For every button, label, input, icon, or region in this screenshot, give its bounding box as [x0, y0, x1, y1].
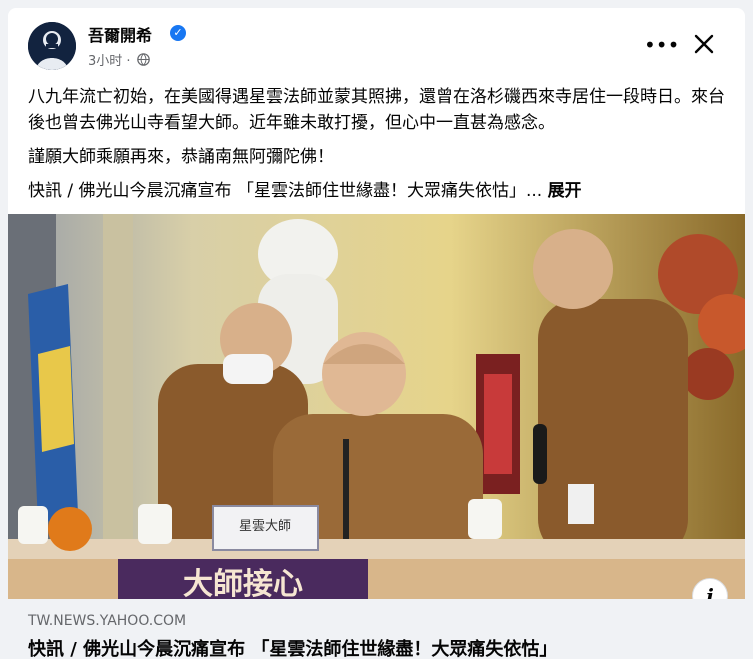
post-meta: 3小时 · [88, 50, 150, 70]
nameplate-text: 星雲大師 [239, 519, 291, 534]
post-body: 八九年流亡初始，在美國得遇星雲法師並蒙其照拂，還曾在洛杉磯西來寺居住一段時日。來… [28, 84, 728, 212]
close-button[interactable] [688, 28, 720, 60]
post-card: 吾爾開希 ✓ 3小时 · ••• 八九年流亡初始，在美國得遇星雲法師並蒙其照拂，… [8, 8, 745, 659]
more-horizontal-icon: ••• [644, 33, 680, 57]
link-domain: TW.NEWS.YAHOO.COM [28, 613, 187, 629]
link-preview-image[interactable]: 星雲大師 大師接心 [8, 214, 745, 599]
avatar-portrait-icon [28, 22, 76, 70]
close-icon [694, 34, 714, 54]
post-preview-line: 快訊 / 佛光山今晨沉痛宣布 「星雲法師住世緣盡！大眾痛失依怙」... 展开 [28, 178, 728, 204]
monks-photo: 星雲大師 大師接心 [8, 214, 745, 599]
link-title[interactable]: 快訊 / 佛光山今晨沉痛宣布 「星雲法師住世緣盡！大眾痛失依怙」 [28, 635, 557, 659]
author-avatar[interactable] [28, 22, 76, 70]
banner-text: 大師接心 [183, 567, 303, 599]
more-options-button[interactable]: ••• [644, 30, 679, 60]
post-timestamp[interactable]: 3小时 [88, 54, 122, 69]
meta-separator: · [126, 54, 131, 69]
post-paragraph: 謹願大師乘願再來，恭誦南無阿彌陀佛！ [28, 147, 334, 167]
globe-icon[interactable] [136, 53, 150, 70]
link-preview-footer[interactable]: TW.NEWS.YAHOO.COM 快訊 / 佛光山今晨沉痛宣布 「星雲法師住世… [8, 599, 745, 659]
see-more-link[interactable]: 展开 [548, 181, 582, 201]
author-name[interactable]: 吾爾開希 [88, 22, 152, 46]
post-paragraph: 八九年流亡初始，在美國得遇星雲法師並蒙其照拂，還曾在洛杉磯西來寺居住一段時日。來… [28, 87, 725, 133]
verified-badge-icon: ✓ [170, 25, 186, 41]
post-header: 吾爾開希 ✓ 3小时 · ••• [8, 8, 745, 76]
preview-text: 快訊 / 佛光山今晨沉痛宣布 「星雲法師住世緣盡！大眾痛失依怙」... [28, 181, 543, 201]
